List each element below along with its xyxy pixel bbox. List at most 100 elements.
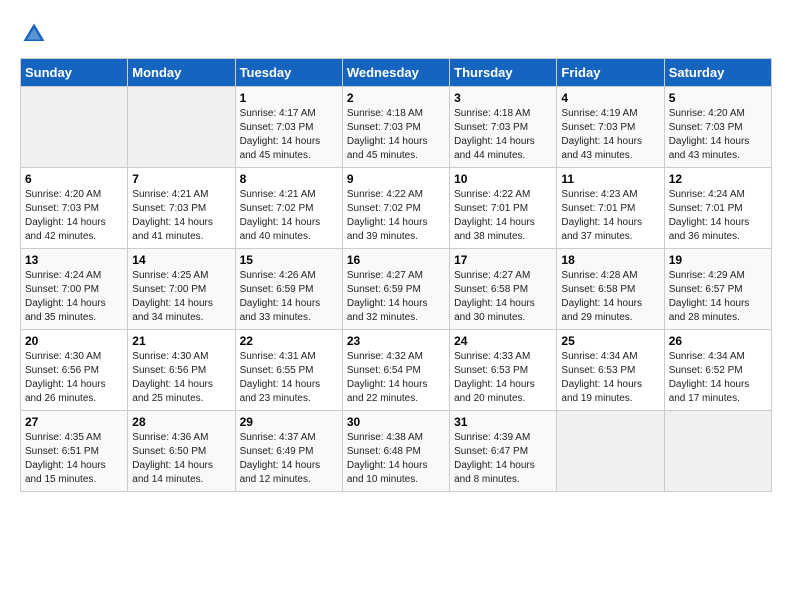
day-number: 15 [240,253,338,267]
day-number: 17 [454,253,552,267]
day-info: Sunrise: 4:18 AM Sunset: 7:03 PM Dayligh… [454,107,552,163]
day-number: 13 [25,253,123,267]
calendar-cell: 31 Sunrise: 4:39 AM Sunset: 6:47 PM Dayli… [450,411,557,492]
calendar-cell: 26 Sunrise: 4:34 AM Sunset: 6:52 PM Dayli… [664,330,771,411]
calendar-cell: 14 Sunrise: 4:25 AM Sunset: 7:00 PM Dayli… [128,249,235,330]
day-info: Sunrise: 4:21 AM Sunset: 7:03 PM Dayligh… [132,188,230,244]
calendar-cell: 15 Sunrise: 4:26 AM Sunset: 6:59 PM Dayli… [235,249,342,330]
day-info: Sunrise: 4:17 AM Sunset: 7:03 PM Dayligh… [240,107,338,163]
calendar-cell: 5 Sunrise: 4:20 AM Sunset: 7:03 PM Daylig… [664,87,771,168]
day-of-week-header: Friday [557,59,664,87]
day-info: Sunrise: 4:25 AM Sunset: 7:00 PM Dayligh… [132,269,230,325]
calendar-cell [557,411,664,492]
calendar-cell: 19 Sunrise: 4:29 AM Sunset: 6:57 PM Dayli… [664,249,771,330]
calendar-cell: 6 Sunrise: 4:20 AM Sunset: 7:03 PM Daylig… [21,168,128,249]
day-number: 1 [240,91,338,105]
day-number: 21 [132,334,230,348]
day-number: 25 [561,334,659,348]
day-of-week-header: Monday [128,59,235,87]
calendar-cell: 29Sunrise: 4:37 AM Sunset: 6:49 PM Dayli… [235,411,342,492]
day-number: 2 [347,91,445,105]
calendar-cell: 16 Sunrise: 4:27 AM Sunset: 6:59 PM Dayli… [342,249,449,330]
calendar-cell: 24 Sunrise: 4:33 AM Sunset: 6:53 PM Dayli… [450,330,557,411]
day-number: 31 [454,415,552,429]
day-info: Sunrise: 4:38 AM Sunset: 6:48 PM Dayligh… [347,431,445,487]
day-of-week-header: Tuesday [235,59,342,87]
day-info: Sunrise: 4:37 AM Sunset: 6:49 PM Dayligh… [240,431,338,487]
day-info: Sunrise: 4:30 AM Sunset: 6:56 PM Dayligh… [25,350,123,406]
day-info: Sunrise: 4:26 AM Sunset: 6:59 PM Dayligh… [240,269,338,325]
day-info: Sunrise: 4:27 AM Sunset: 6:58 PM Dayligh… [454,269,552,325]
calendar-cell: 9 Sunrise: 4:22 AM Sunset: 7:02 PM Daylig… [342,168,449,249]
calendar-week-row: 27 Sunrise: 4:35 AM Sunset: 6:51 PM Dayli… [21,411,772,492]
day-info: Sunrise: 4:24 AM Sunset: 7:01 PM Dayligh… [669,188,767,244]
calendar-week-row: 6 Sunrise: 4:20 AM Sunset: 7:03 PM Daylig… [21,168,772,249]
day-number: 11 [561,172,659,186]
calendar-week-row: 13 Sunrise: 4:24 AM Sunset: 7:00 PM Dayli… [21,249,772,330]
calendar-week-row: 1 Sunrise: 4:17 AM Sunset: 7:03 PM Daylig… [21,87,772,168]
day-number: 23 [347,334,445,348]
day-info: Sunrise: 4:34 AM Sunset: 6:52 PM Dayligh… [669,350,767,406]
day-info: Sunrise: 4:39 AM Sunset: 6:47 PM Dayligh… [454,431,552,487]
day-of-week-header: Wednesday [342,59,449,87]
day-number: 16 [347,253,445,267]
calendar-cell: 13 Sunrise: 4:24 AM Sunset: 7:00 PM Dayli… [21,249,128,330]
calendar-cell: 20Sunrise: 4:30 AM Sunset: 6:56 PM Dayli… [21,330,128,411]
day-header-row: SundayMondayTuesdayWednesdayThursdayFrid… [21,59,772,87]
calendar-cell: 21Sunrise: 4:30 AM Sunset: 6:56 PM Dayli… [128,330,235,411]
day-number: 12 [669,172,767,186]
day-number: 7 [132,172,230,186]
day-info: Sunrise: 4:29 AM Sunset: 6:57 PM Dayligh… [669,269,767,325]
day-number: 6 [25,172,123,186]
day-info: Sunrise: 4:23 AM Sunset: 7:01 PM Dayligh… [561,188,659,244]
calendar-cell: 17 Sunrise: 4:27 AM Sunset: 6:58 PM Dayli… [450,249,557,330]
calendar-cell: 10 Sunrise: 4:22 AM Sunset: 7:01 PM Dayli… [450,168,557,249]
calendar-table: SundayMondayTuesdayWednesdayThursdayFrid… [20,58,772,492]
day-info: Sunrise: 4:34 AM Sunset: 6:53 PM Dayligh… [561,350,659,406]
day-number: 27 [25,415,123,429]
day-info: Sunrise: 4:24 AM Sunset: 7:00 PM Dayligh… [25,269,123,325]
calendar-cell: 2 Sunrise: 4:18 AM Sunset: 7:03 PM Daylig… [342,87,449,168]
day-of-week-header: Saturday [664,59,771,87]
day-number: 30 [347,415,445,429]
day-info: Sunrise: 4:27 AM Sunset: 6:59 PM Dayligh… [347,269,445,325]
calendar-cell: 12 Sunrise: 4:24 AM Sunset: 7:01 PM Dayli… [664,168,771,249]
day-info: Sunrise: 4:31 AM Sunset: 6:55 PM Dayligh… [240,350,338,406]
day-number: 22 [240,334,338,348]
calendar-cell: 25 Sunrise: 4:34 AM Sunset: 6:53 PM Dayli… [557,330,664,411]
page-header [20,20,772,48]
day-number: 14 [132,253,230,267]
calendar-cell: 4 Sunrise: 4:19 AM Sunset: 7:03 PM Daylig… [557,87,664,168]
day-info: Sunrise: 4:19 AM Sunset: 7:03 PM Dayligh… [561,107,659,163]
day-info: Sunrise: 4:28 AM Sunset: 6:58 PM Dayligh… [561,269,659,325]
day-info: Sunrise: 4:22 AM Sunset: 7:01 PM Dayligh… [454,188,552,244]
calendar-cell: 18 Sunrise: 4:28 AM Sunset: 6:58 PM Dayli… [557,249,664,330]
day-info: Sunrise: 4:22 AM Sunset: 7:02 PM Dayligh… [347,188,445,244]
day-number: 5 [669,91,767,105]
day-number: 24 [454,334,552,348]
day-number: 18 [561,253,659,267]
calendar-cell: 28Sunrise: 4:36 AM Sunset: 6:50 PM Dayli… [128,411,235,492]
calendar-cell: 23 Sunrise: 4:32 AM Sunset: 6:54 PM Dayli… [342,330,449,411]
day-info: Sunrise: 4:32 AM Sunset: 6:54 PM Dayligh… [347,350,445,406]
day-number: 3 [454,91,552,105]
calendar-cell: 22 Sunrise: 4:31 AM Sunset: 6:55 PM Dayli… [235,330,342,411]
day-info: Sunrise: 4:18 AM Sunset: 7:03 PM Dayligh… [347,107,445,163]
day-info: Sunrise: 4:20 AM Sunset: 7:03 PM Dayligh… [669,107,767,163]
calendar-week-row: 20Sunrise: 4:30 AM Sunset: 6:56 PM Dayli… [21,330,772,411]
day-number: 10 [454,172,552,186]
day-info: Sunrise: 4:33 AM Sunset: 6:53 PM Dayligh… [454,350,552,406]
day-number: 8 [240,172,338,186]
day-number: 19 [669,253,767,267]
logo [20,20,52,48]
day-number: 9 [347,172,445,186]
calendar-cell: 8 Sunrise: 4:21 AM Sunset: 7:02 PM Daylig… [235,168,342,249]
calendar-cell [664,411,771,492]
calendar-cell: 7 Sunrise: 4:21 AM Sunset: 7:03 PM Daylig… [128,168,235,249]
day-number: 4 [561,91,659,105]
day-info: Sunrise: 4:35 AM Sunset: 6:51 PM Dayligh… [25,431,123,487]
day-info: Sunrise: 4:21 AM Sunset: 7:02 PM Dayligh… [240,188,338,244]
day-info: Sunrise: 4:20 AM Sunset: 7:03 PM Dayligh… [25,188,123,244]
day-number: 26 [669,334,767,348]
calendar-cell: 27 Sunrise: 4:35 AM Sunset: 6:51 PM Dayli… [21,411,128,492]
